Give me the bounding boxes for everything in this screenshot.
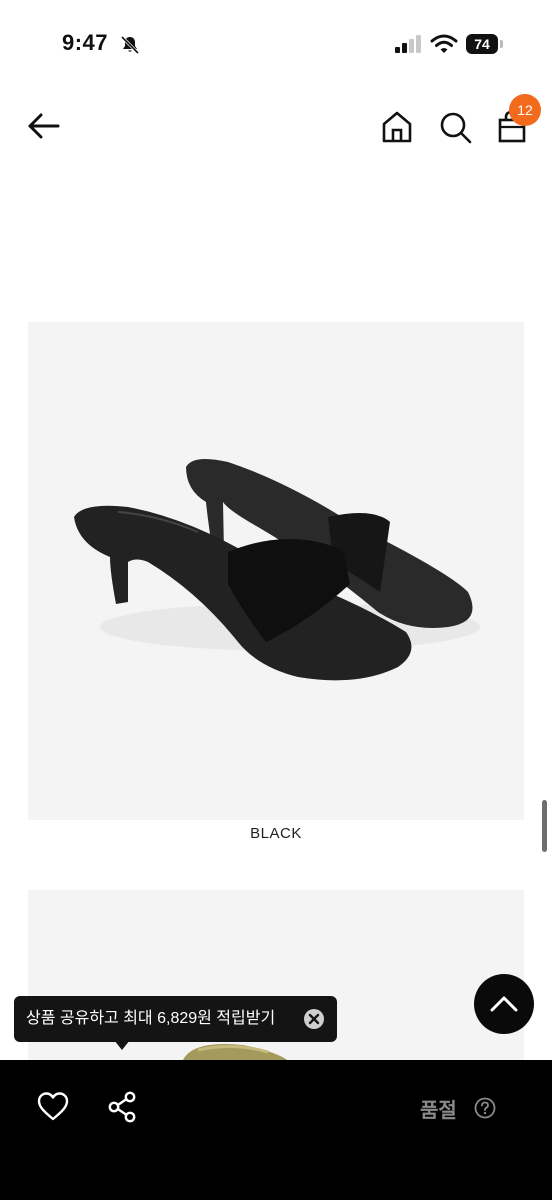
gold-sandal-image (183, 1044, 290, 1070)
status-time: 9:47 (62, 30, 109, 55)
cellular-signal-icon (395, 35, 421, 53)
wifi-icon (430, 34, 458, 53)
close-icon (308, 1013, 320, 1025)
battery-indicator: 74 (466, 34, 504, 56)
product-image (28, 322, 524, 820)
color-label: BLACK (250, 825, 302, 842)
tooltip-arrow (114, 1040, 130, 1050)
tooltip-text: 상품 공유하고 최대 6,829원 적립받기 (26, 1010, 276, 1027)
bell-slash-icon (120, 35, 140, 55)
search-button[interactable] (436, 108, 474, 146)
arrow-left-icon (28, 113, 60, 139)
product-image-2 (28, 890, 524, 1070)
scroll-to-top-button[interactable] (474, 974, 534, 1034)
home-icon (382, 111, 412, 143)
share-button[interactable] (106, 1090, 140, 1124)
share-reward-tooltip: 상품 공유하고 최대 6,829원 적립받기 (14, 996, 337, 1042)
home-button[interactable] (378, 108, 416, 146)
battery-level: 74 (474, 36, 490, 52)
cart-count-badge: 12 (509, 94, 541, 126)
tooltip-close-button[interactable] (304, 1009, 324, 1029)
heart-icon (37, 1092, 69, 1121)
back-button[interactable] (24, 108, 64, 144)
search-icon (440, 112, 472, 144)
like-button[interactable] (36, 1090, 70, 1122)
question-circle-icon[interactable] (474, 1097, 496, 1119)
share-icon (108, 1091, 136, 1123)
sold-out-label: 품절 (420, 1100, 457, 1122)
scrollbar[interactable] (542, 800, 547, 852)
chevron-up-icon (490, 996, 518, 1012)
black-sandal-image (74, 458, 480, 681)
bottom-action-bar (0, 1060, 552, 1200)
